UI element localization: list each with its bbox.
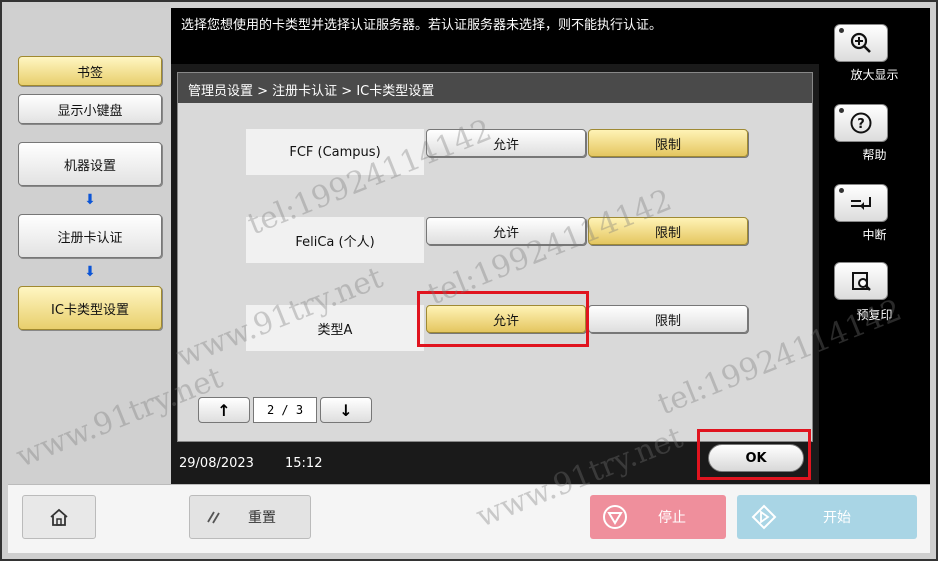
zoom-in-icon <box>850 32 871 53</box>
arrow-down-icon: ⬇ <box>84 264 96 280</box>
card-auth-button[interactable]: 注册卡认证 <box>18 214 162 258</box>
fcf-allow-button[interactable]: 允许 <box>426 129 586 157</box>
arrow-down-icon: ⬇ <box>84 192 96 208</box>
preview-button[interactable] <box>834 262 888 300</box>
start-button[interactable]: 开始 <box>737 495 917 539</box>
left-navigation: 书签 显示小键盘 机器设置 ⬇ 注册卡认证 ⬇ IC卡类型设置 <box>8 8 171 484</box>
ok-highlight-box <box>697 429 811 480</box>
breadcrumb: 管理员设置 > 注册卡认证 > IC卡类型设置 <box>178 73 812 103</box>
interrupt-label: 中断 <box>862 228 887 242</box>
allow-highlight-box <box>417 291 589 347</box>
bookmark-button[interactable]: 书签 <box>18 56 162 86</box>
instruction-message: 选择您想使用的卡类型并选择认证服务器。若认证服务器未选择，则不能执行认证。 <box>171 8 819 64</box>
row-label-fcf: FCF (Campus) <box>246 129 424 175</box>
page-up-button[interactable]: ↑ <box>198 397 250 423</box>
home-button[interactable] <box>22 495 96 539</box>
start-icon <box>751 504 777 530</box>
home-icon <box>50 508 68 526</box>
type-a-restrict-button[interactable]: 限制 <box>588 305 748 333</box>
settings-panel: 管理员设置 > 注册卡认证 > IC卡类型设置 FCF (Campus) 允许 … <box>177 72 813 442</box>
interrupt-button[interactable] <box>834 184 888 222</box>
row-label-felica: FeliCa (个人) <box>246 217 424 263</box>
interrupt-icon <box>851 197 871 210</box>
stop-label: 停止 <box>658 510 686 526</box>
reset-label: 重置 <box>248 510 276 526</box>
stop-icon <box>603 505 627 529</box>
main-content: 管理员设置 > 注册卡认证 > IC卡类型设置 FCF (Campus) 允许 … <box>171 64 819 484</box>
right-function-panel: 放大显示 ? 帮助 中断 预复印 <box>819 8 930 484</box>
svg-text:?: ? <box>857 117 865 132</box>
start-label: 开始 <box>823 510 851 526</box>
fcf-restrict-button[interactable]: 限制 <box>588 129 748 157</box>
felica-restrict-button[interactable]: 限制 <box>588 217 748 245</box>
zoom-label: 放大显示 <box>850 68 899 82</box>
reset-icon <box>207 511 220 524</box>
help-icon: ? <box>850 112 872 134</box>
show-keypad-button[interactable]: 显示小键盘 <box>18 94 162 124</box>
machine-settings-button[interactable]: 机器设置 <box>18 142 162 186</box>
help-button[interactable]: ? <box>834 104 888 142</box>
help-label: 帮助 <box>862 148 887 162</box>
preview-label: 预复印 <box>856 308 893 322</box>
reset-button[interactable]: 重置 <box>189 495 311 539</box>
page-down-button[interactable]: ↓ <box>320 397 372 423</box>
page-counter: 2 / 3 <box>253 397 317 423</box>
ic-card-type-button[interactable]: IC卡类型设置 <box>18 286 162 330</box>
preview-icon <box>852 272 871 291</box>
felica-allow-button[interactable]: 允许 <box>426 217 586 245</box>
stop-button[interactable]: 停止 <box>590 495 726 539</box>
row-label-type-a: 类型A <box>246 305 424 351</box>
pager: ↑ 2 / 3 ↓ <box>198 395 374 425</box>
bottom-bar: 重置 停止 开始 <box>8 484 930 553</box>
status-time: 15:12 <box>285 456 323 471</box>
zoom-button[interactable] <box>834 24 888 62</box>
status-date: 29/08/2023 <box>179 456 254 471</box>
